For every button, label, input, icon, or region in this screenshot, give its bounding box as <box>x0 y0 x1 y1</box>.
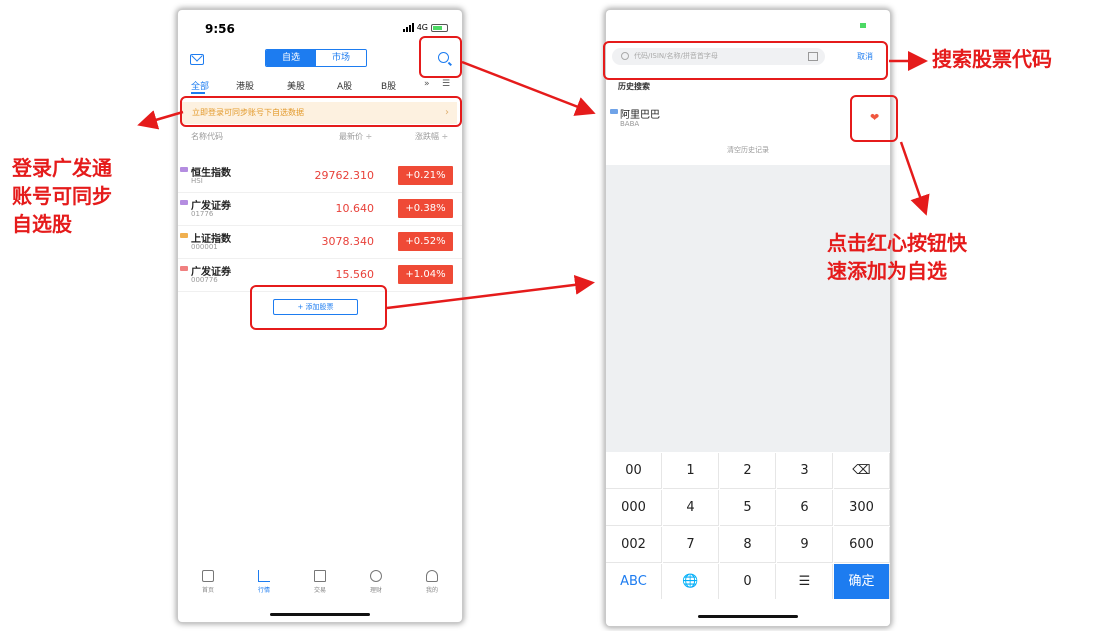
annotation-arrows <box>137 51 930 310</box>
annotation-line: 自选股 <box>12 212 72 236</box>
arrow-search-to-screen <box>461 60 596 116</box>
annotation-line: 账号可同步 <box>12 184 112 208</box>
annotation-line: 速添加为自选 <box>827 259 947 283</box>
arrow-banner-to-note <box>137 110 184 130</box>
annotation-line: 点击红心按钮快 <box>827 231 967 255</box>
annotation-heart: 点击红心按钮快 速添加为自选 <box>827 229 967 285</box>
annotation-line: 登录广发通 <box>12 156 112 180</box>
arrow-add-to-screen <box>386 274 595 310</box>
arrow-heart-note <box>899 141 930 216</box>
annotation-login-sync: 登录广发通 账号可同步 自选股 <box>12 154 112 238</box>
annotation-search: 搜索股票代码 <box>932 47 1052 71</box>
